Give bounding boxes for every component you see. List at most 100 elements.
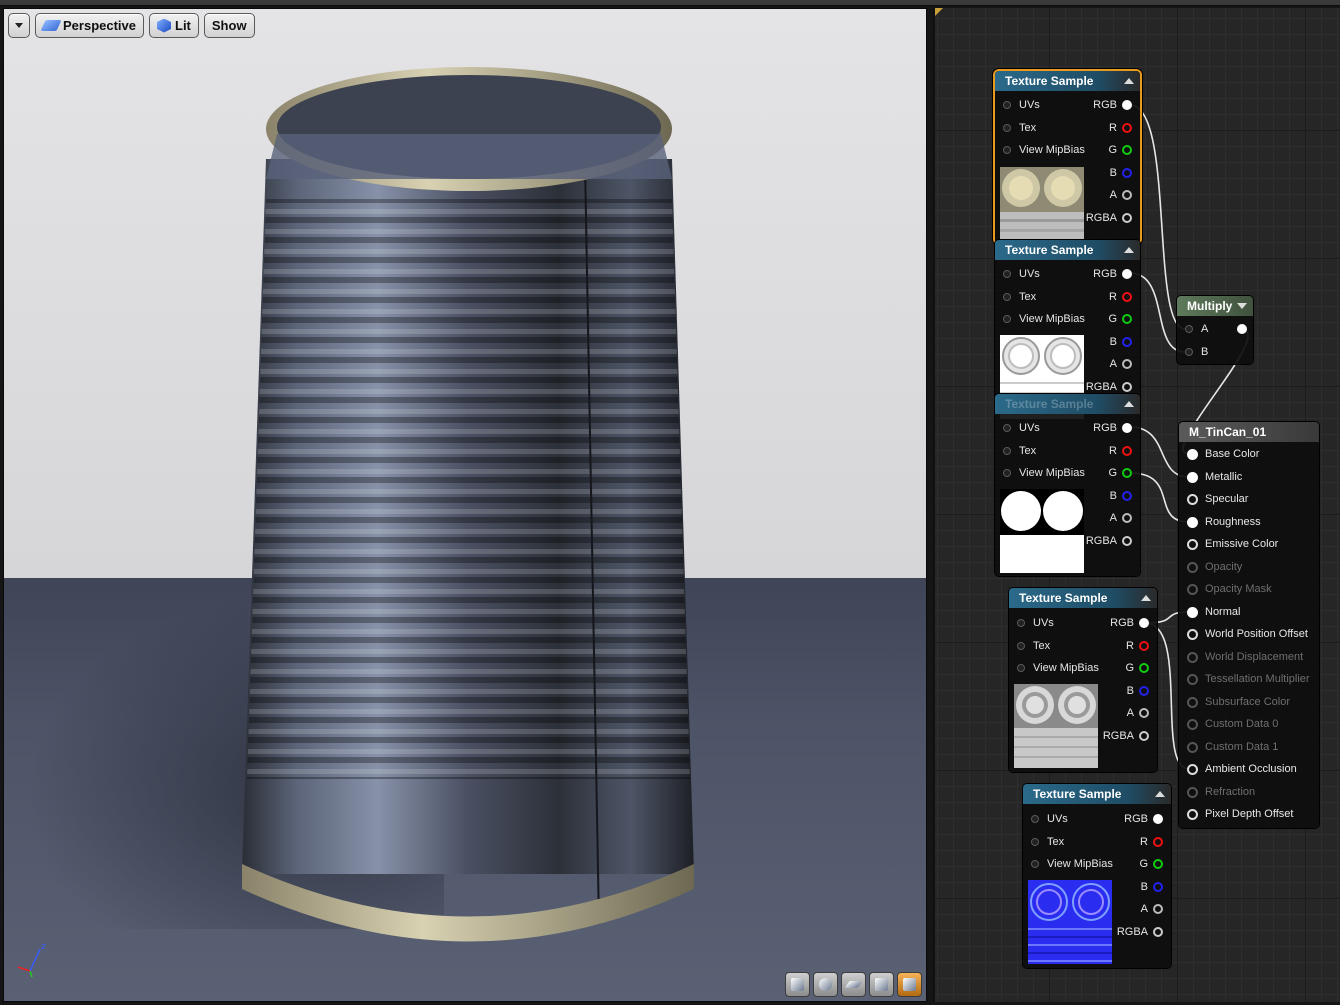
output-pin-icon[interactable]	[1122, 468, 1132, 478]
output-pin-icon[interactable]	[1122, 168, 1132, 178]
pin-g[interactable]: G	[1108, 465, 1132, 481]
pin-rgba[interactable]: RGBA	[1103, 728, 1149, 744]
input-pin-icon[interactable]	[1187, 538, 1198, 550]
output-pin-icon[interactable]	[1122, 213, 1132, 223]
custom-mesh-preview-button[interactable]	[897, 972, 922, 997]
output-pin-icon[interactable]	[1122, 145, 1132, 155]
multiply-node[interactable]: Multiply A B	[1177, 296, 1253, 364]
input-pin-icon[interactable]	[1187, 628, 1198, 640]
input-pin-icon[interactable]	[1187, 448, 1198, 460]
node-header[interactable]: Texture Sample	[995, 240, 1140, 260]
output-pin-icon[interactable]	[1153, 882, 1163, 892]
collapse-arrow-icon[interactable]	[1124, 247, 1134, 253]
node-header[interactable]: M_TinCan_01	[1179, 422, 1319, 442]
pin-rgb[interactable]: RGB	[1093, 266, 1132, 282]
pin-rgba[interactable]: RGBA	[1117, 924, 1163, 940]
pin-g[interactable]: G	[1108, 142, 1132, 158]
texture-sample-node-1[interactable]: Texture Sample UVs Tex View MipBias RGB …	[995, 71, 1140, 251]
pin-view-mipbias[interactable]: View MipBias	[1031, 856, 1113, 872]
collapse-arrow-icon[interactable]	[1124, 401, 1134, 407]
input-pin-icon[interactable]	[1003, 315, 1011, 323]
pin-uvs[interactable]: UVs	[1003, 266, 1040, 282]
pin-rgb[interactable]: RGB	[1093, 97, 1132, 113]
pin-a[interactable]: A	[1110, 510, 1132, 526]
collapse-arrow-icon[interactable]	[1237, 303, 1247, 309]
output-pin-icon[interactable]	[1237, 324, 1247, 334]
input-pin-icon[interactable]	[1187, 471, 1198, 483]
pin-a[interactable]: A	[1185, 321, 1208, 337]
collapse-arrow-icon[interactable]	[1124, 78, 1134, 84]
input-pin-icon[interactable]	[1017, 664, 1025, 672]
output-pin-icon[interactable]	[1139, 708, 1149, 718]
node-header[interactable]: Multiply	[1177, 296, 1253, 316]
output-pin-icon[interactable]	[1122, 446, 1132, 456]
texture-sample-node-3[interactable]: Texture Sample UVs Tex View MipBias RGB …	[995, 394, 1140, 576]
pin-b[interactable]: B	[1141, 879, 1163, 895]
output-pin-icon[interactable]	[1139, 663, 1149, 673]
pin-tex[interactable]: Tex	[1031, 834, 1064, 850]
input-pin-icon[interactable]	[1003, 146, 1011, 154]
output-pin-icon[interactable]	[1122, 513, 1132, 523]
input-pin-icon[interactable]	[1003, 469, 1011, 477]
pin-r[interactable]: R	[1126, 638, 1149, 654]
input-pin-icon[interactable]	[1187, 763, 1198, 775]
node-header[interactable]: Texture Sample	[1023, 784, 1171, 804]
input-pin-icon[interactable]	[1187, 808, 1198, 820]
pin-a[interactable]: A	[1110, 356, 1132, 372]
output-pin-icon[interactable]	[1122, 536, 1132, 546]
pin-uvs[interactable]: UVs	[1031, 811, 1068, 827]
viewport-options-dropdown[interactable]	[8, 13, 30, 38]
input-pin-icon[interactable]	[1017, 619, 1025, 627]
output-pin-icon[interactable]	[1153, 904, 1163, 914]
output-pin-icon[interactable]	[1139, 731, 1149, 741]
input-pin-icon[interactable]	[1185, 325, 1193, 333]
output-pin-icon[interactable]	[1122, 100, 1132, 110]
mat-pin-specular[interactable]: Specular	[1187, 491, 1248, 507]
pin-view-mipbias[interactable]: View MipBias	[1003, 311, 1085, 327]
pin-a[interactable]: A	[1110, 187, 1132, 203]
output-pin-icon[interactable]	[1122, 337, 1132, 347]
input-pin-icon[interactable]	[1187, 516, 1198, 528]
lit-button[interactable]: Lit	[149, 13, 199, 38]
pin-b[interactable]: B	[1110, 165, 1132, 181]
output-pin-icon[interactable]	[1122, 423, 1132, 433]
pin-r[interactable]: R	[1109, 443, 1132, 459]
output-pin-icon[interactable]	[1153, 814, 1163, 824]
pin-tex[interactable]: Tex	[1003, 289, 1036, 305]
mat-pin-world-position-offset[interactable]: World Position Offset	[1187, 626, 1308, 642]
pin-rgb[interactable]: RGB	[1110, 615, 1149, 631]
mat-pin-normal[interactable]: Normal	[1187, 604, 1240, 620]
pin-a[interactable]: A	[1141, 901, 1163, 917]
pin-b[interactable]: B	[1127, 683, 1149, 699]
output-pin-icon[interactable]	[1153, 837, 1163, 847]
pin-rgb[interactable]: RGB	[1124, 811, 1163, 827]
pin-b[interactable]: B	[1110, 334, 1132, 350]
pin-view-mipbias[interactable]: View MipBias	[1003, 465, 1085, 481]
cylinder-preview-button[interactable]	[785, 972, 810, 997]
pin-view-mipbias[interactable]: View MipBias	[1017, 660, 1099, 676]
pin-output[interactable]	[1232, 321, 1247, 337]
pin-tex[interactable]: Tex	[1003, 443, 1036, 459]
pin-a[interactable]: A	[1127, 705, 1149, 721]
output-pin-icon[interactable]	[1122, 314, 1132, 324]
output-pin-icon[interactable]	[1139, 618, 1149, 628]
plane-preview-button[interactable]	[841, 972, 866, 997]
pin-rgba[interactable]: RGBA	[1086, 379, 1132, 395]
output-pin-icon[interactable]	[1153, 927, 1163, 937]
input-pin-icon[interactable]	[1031, 815, 1039, 823]
input-pin-icon[interactable]	[1003, 293, 1011, 301]
pin-g[interactable]: G	[1139, 856, 1163, 872]
pin-b[interactable]: B	[1185, 344, 1208, 360]
collapse-arrow-icon[interactable]	[1155, 791, 1165, 797]
input-pin-icon[interactable]	[1187, 493, 1198, 505]
output-pin-icon[interactable]	[1122, 491, 1132, 501]
input-pin-icon[interactable]	[1031, 838, 1039, 846]
pin-uvs[interactable]: UVs	[1017, 615, 1054, 631]
cube-preview-button[interactable]	[869, 972, 894, 997]
input-pin-icon[interactable]	[1017, 642, 1025, 650]
texture-sample-node-4[interactable]: Texture Sample UVs Tex View MipBias RGB …	[1009, 588, 1157, 772]
node-header[interactable]: Texture Sample	[1009, 588, 1157, 608]
output-pin-icon[interactable]	[1139, 641, 1149, 651]
pin-tex[interactable]: Tex	[1017, 638, 1050, 654]
pin-r[interactable]: R	[1109, 120, 1132, 136]
